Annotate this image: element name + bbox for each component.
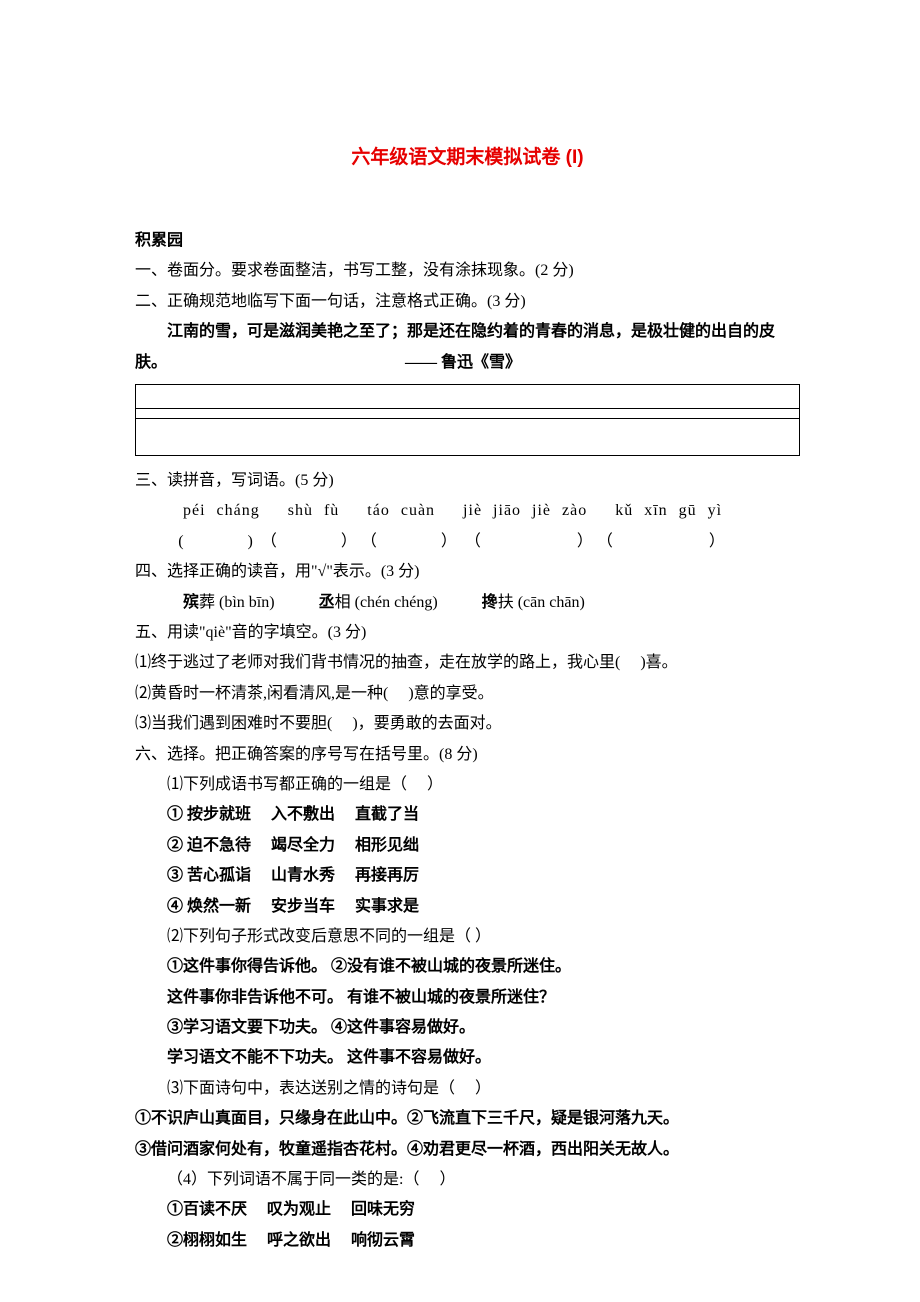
question-3: 三、读拼音，写词语。(5 分) xyxy=(135,466,800,496)
q6-sub1-opt1: ① 按步就班 入不敷出 直截了当 xyxy=(135,800,800,830)
q6-sub4-opt2: ②栩栩如生 呼之欲出 响彻云霄 xyxy=(135,1226,800,1256)
q6-sub1-opt2: ② 迫不急待 竭尽全力 相形见绌 xyxy=(135,831,800,861)
char-cheng: 丞 xyxy=(319,594,335,611)
phonetic-choices[interactable]: 殡葬 (bìn bīn) 丞相 (chén chéng) 搀扶 (cān chā… xyxy=(135,588,800,618)
q6-sub3[interactable]: ⑶下面诗句中，表达送别之情的诗句是（ ） xyxy=(135,1074,800,1104)
q6-sub4[interactable]: （4）下列词语不属于同一类的是:（ ） xyxy=(135,1165,800,1195)
word-chan: 扶 xyxy=(498,594,514,611)
pinyin-row: péi cháng shù fù táo cuàn jiè jiāo jiè z… xyxy=(135,496,800,526)
q6-sub1-opt4: ④ 焕然一新 安步当车 实事求是 xyxy=(135,892,800,922)
word-bin: 葬 xyxy=(199,594,215,611)
q6-sub3-line1: ①不识庐山真面目，只缘身在此山中。②飞流直下三千尺，疑是银河落九天。 xyxy=(135,1104,800,1134)
quote-tail: 肤。 xyxy=(135,354,167,371)
q6-sub2[interactable]: ⑵下列句子形式改变后意思不同的一组是（ ） xyxy=(135,922,800,952)
question-5: 五、用读"qiè"音的字填空。(3 分) xyxy=(135,618,800,648)
q6-sub1-opt3: ③ 苦心孤诣 山青水秀 再接再厉 xyxy=(135,861,800,891)
q6-sub2-line2: 这件事你非告诉他不可。 有谁不被山城的夜景所迷住？ xyxy=(135,983,800,1013)
q6-sub2-line3: ③学习语文要下功夫。 ④这件事容易做好。 xyxy=(135,1013,800,1043)
py-bin: (bìn bīn) xyxy=(219,594,275,611)
pinyin-blanks[interactable]: ( ) （ ） （ ） （ ） （ ） xyxy=(135,527,800,557)
quote-sentence: 江南的雪，可是滋润美艳之至了；那是还在隐约着的青春的消息，是极壮健的出自的皮 xyxy=(135,317,800,347)
question-1: 一、卷面分。要求卷面整洁，书写工整，没有涂抹现象。(2 分) xyxy=(135,256,800,286)
quote-attribution: —— 鲁迅《雪》 xyxy=(405,354,521,371)
q5-item-1[interactable]: ⑴终于逃过了老师对我们背书情况的抽查，走在放学的路上，我心里( )喜。 xyxy=(135,648,800,678)
py-cheng: (chén chéng) xyxy=(355,594,438,611)
q6-sub2-line4: 学习语文不能不下功夫。 这件事不容易做好。 xyxy=(135,1043,800,1073)
q5-item-2[interactable]: ⑵黄昏时一杯清茶,闲看清风,是一种( )意的享受。 xyxy=(135,679,800,709)
document-title: 六年级语文期末模拟试卷 (I) xyxy=(135,140,800,176)
handwriting-box[interactable] xyxy=(135,384,800,456)
char-chan: 搀 xyxy=(482,594,498,611)
py-chan: (cān chān) xyxy=(518,594,585,611)
question-2: 二、正确规范地临写下面一句话，注意格式正确。(3 分) xyxy=(135,287,800,317)
question-6: 六、选择。把正确答案的序号写在括号里。(8 分) xyxy=(135,740,800,770)
q5-item-3[interactable]: ⑶当我们遇到困难时不要胆( )，要勇敢的去面对。 xyxy=(135,709,800,739)
section-label: 积累园 xyxy=(135,226,800,256)
q6-sub3-line2: ③借问酒家何处有，牧童遥指杏花村。④劝君更尽一杯酒，西出阳关无故人。 xyxy=(135,1135,800,1165)
q6-sub1[interactable]: ⑴下列成语书写都正确的一组是（ ） xyxy=(135,770,800,800)
q6-sub2-line1: ①这件事你得告诉他。 ②没有谁不被山城的夜景所迷住。 xyxy=(135,952,800,982)
word-cheng: 相 xyxy=(335,594,351,611)
char-bin: 殡 xyxy=(183,594,199,611)
q6-sub4-opt1: ①百读不厌 叹为观止 回味无穷 xyxy=(135,1195,800,1225)
question-4: 四、选择正确的读音，用"√"表示。(3 分) xyxy=(135,557,800,587)
